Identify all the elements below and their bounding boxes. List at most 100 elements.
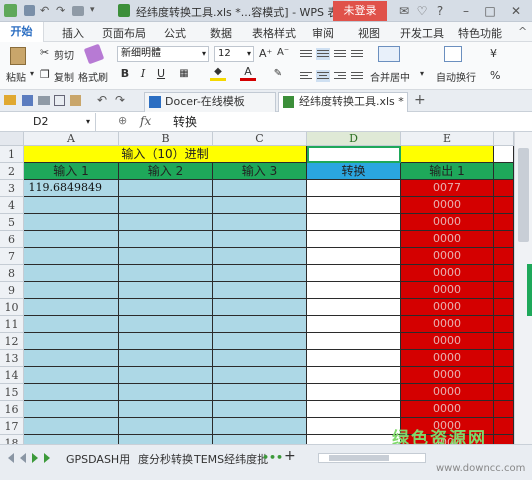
align-left-icon[interactable] <box>299 70 313 82</box>
menu-insert[interactable]: 插入 <box>62 25 84 41</box>
underline-button[interactable]: U <box>153 66 169 82</box>
cell-header-input-3[interactable]: 输入 3 <box>213 163 307 180</box>
column-header-d[interactable]: D <box>307 132 401 146</box>
cell-f6[interactable] <box>494 231 514 248</box>
print-icon[interactable] <box>72 6 84 16</box>
align-center-icon[interactable] <box>316 70 330 82</box>
open-folder-icon[interactable] <box>4 95 16 105</box>
column-header-b[interactable]: B <box>119 132 213 146</box>
cell-f7[interactable] <box>494 248 514 265</box>
formula-input[interactable]: 转换 <box>173 113 197 131</box>
cell-a9[interactable] <box>24 282 119 299</box>
clear-format-icon[interactable]: ✎ <box>270 66 286 82</box>
column-header-a[interactable]: A <box>24 132 119 146</box>
menu-home[interactable]: 开始 <box>0 22 44 42</box>
prev-sheet-icon[interactable] <box>20 453 26 463</box>
cell-header-input-2[interactable]: 输入 2 <box>119 163 213 180</box>
cell-f12[interactable] <box>494 333 514 350</box>
cell-f13[interactable] <box>494 350 514 367</box>
cell-a13[interactable] <box>24 350 119 367</box>
cell-b14[interactable] <box>119 367 213 384</box>
cell-c17[interactable] <box>213 418 307 435</box>
cell-d14[interactable] <box>307 367 401 384</box>
cell-d17[interactable] <box>307 418 401 435</box>
cell-c16[interactable] <box>213 401 307 418</box>
row-header-12[interactable]: 12 <box>0 333 24 350</box>
more-sheets-icon[interactable]: ••• <box>262 451 283 464</box>
cell-f8[interactable] <box>494 265 514 282</box>
column-header-c[interactable]: C <box>213 132 307 146</box>
menu-data[interactable]: 数据 <box>210 25 232 41</box>
row-header-6[interactable]: 6 <box>0 231 24 248</box>
tab-file[interactable]: 经纬度转换工具.xls * <box>278 92 408 112</box>
feedback-icon[interactable]: ✉ <box>396 3 412 19</box>
cell-c8[interactable] <box>213 265 307 282</box>
row-header-15[interactable]: 15 <box>0 384 24 401</box>
cell-b5[interactable] <box>119 214 213 231</box>
cell-c12[interactable] <box>213 333 307 350</box>
menu-special[interactable]: 特色功能 <box>458 25 502 41</box>
cell-e15[interactable]: 0000 <box>401 384 494 401</box>
cell-f11[interactable] <box>494 316 514 333</box>
undo-small-icon[interactable]: ↶ <box>97 93 107 107</box>
close-icon[interactable]: ✕ <box>508 3 524 19</box>
cell-b8[interactable] <box>119 265 213 282</box>
help-icon[interactable]: ? <box>432 3 448 19</box>
add-sheet-icon[interactable]: + <box>284 448 296 464</box>
align-middle-icon[interactable] <box>316 48 330 60</box>
cell-b16[interactable] <box>119 401 213 418</box>
cell-c6[interactable] <box>213 231 307 248</box>
bell-icon[interactable]: ♡ <box>414 3 430 19</box>
increase-font-button[interactable]: A⁺ <box>259 47 272 60</box>
cell-e13[interactable]: 0000 <box>401 350 494 367</box>
cell-d9[interactable] <box>307 282 401 299</box>
cell-d18[interactable] <box>307 435 401 444</box>
cell-e4[interactable]: 0000 <box>401 197 494 214</box>
align-top-icon[interactable] <box>299 48 313 60</box>
cell-f4[interactable] <box>494 197 514 214</box>
cell-b15[interactable] <box>119 384 213 401</box>
cell-a4[interactable] <box>24 197 119 214</box>
cell-e6[interactable]: 0000 <box>401 231 494 248</box>
save-icon[interactable] <box>24 5 35 16</box>
cell-b3[interactable] <box>119 180 213 197</box>
cell-d16[interactable] <box>307 401 401 418</box>
cell-d5[interactable] <box>307 214 401 231</box>
last-sheet-icon[interactable] <box>44 453 50 463</box>
cell-f1[interactable] <box>494 146 514 163</box>
cell-a11[interactable] <box>24 316 119 333</box>
cell-d8[interactable] <box>307 265 401 282</box>
cell-c18[interactable] <box>213 435 307 444</box>
row-header-11[interactable]: 11 <box>0 316 24 333</box>
cell-e8[interactable]: 0000 <box>401 265 494 282</box>
cell-f15[interactable] <box>494 384 514 401</box>
cell-header-input-1[interactable]: 输入 1 <box>24 163 119 180</box>
column-header-f[interactable] <box>494 132 514 146</box>
vertical-scrollbar[interactable] <box>514 132 532 444</box>
print-small-icon[interactable] <box>38 96 50 105</box>
cell-e3[interactable]: 0077 <box>401 180 494 197</box>
cell-f16[interactable] <box>494 401 514 418</box>
paste-dropdown-icon[interactable]: ▾ <box>30 69 34 78</box>
cell-f10[interactable] <box>494 299 514 316</box>
row-header-9[interactable]: 9 <box>0 282 24 299</box>
cell-header-output-1[interactable]: 输出 1 <box>401 163 494 180</box>
next-sheet-icon[interactable] <box>32 453 38 463</box>
cell-a17[interactable] <box>24 418 119 435</box>
sheet-tab-dms[interactable]: 度分秒转换 <box>138 451 193 467</box>
currency-icon[interactable]: ¥ <box>490 47 497 60</box>
cell-d4[interactable] <box>307 197 401 214</box>
font-color-button[interactable]: A <box>240 66 256 81</box>
menu-developer[interactable]: 开发工具 <box>400 25 444 41</box>
align-right-icon[interactable] <box>333 70 347 82</box>
cell-a14[interactable] <box>24 367 119 384</box>
cell-b10[interactable] <box>119 299 213 316</box>
menu-page-layout[interactable]: 页面布局 <box>102 25 146 41</box>
fx-button[interactable]: fx <box>140 114 151 128</box>
cell-a3[interactable]: 119.6849849 <box>24 180 119 197</box>
first-sheet-icon[interactable] <box>8 453 14 463</box>
login-button[interactable]: 未登录 <box>333 1 387 21</box>
fill-color-icon[interactable]: ◆ <box>210 66 226 81</box>
cell-f5[interactable] <box>494 214 514 231</box>
cell-c10[interactable] <box>213 299 307 316</box>
